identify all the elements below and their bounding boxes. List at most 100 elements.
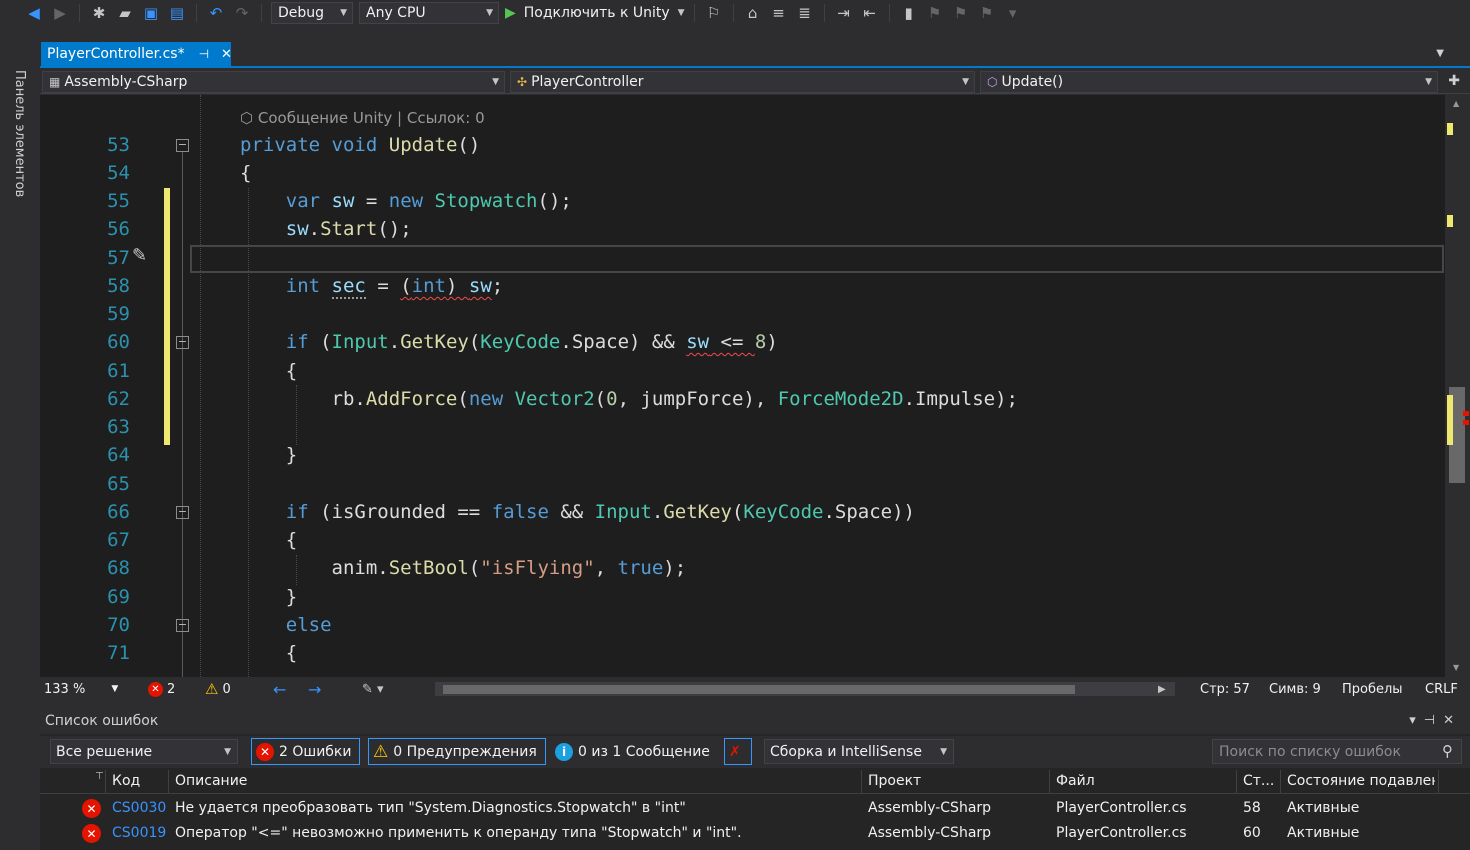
line-number: 63 (107, 416, 130, 438)
column-separator (1280, 770, 1281, 794)
column-suppression-state[interactable]: Состояние подавлен (1287, 773, 1435, 789)
error-search-input[interactable]: Поиск по списку ошибок ⚲ (1212, 739, 1462, 764)
error-state: Активные (1287, 800, 1360, 816)
panel-controls[interactable]: ▾⊣✕ (1409, 713, 1462, 728)
scroll-up-icon[interactable]: ▲ (1453, 99, 1459, 108)
line-number: 71 (107, 642, 130, 664)
error-row[interactable]: ✕ CS0019 Оператор "<=" невозможно примен… (40, 821, 1470, 846)
info-icon: i (555, 742, 573, 761)
tab-list-icon[interactable]: ▼ (1436, 48, 1444, 59)
change-map-marker (1447, 215, 1453, 227)
column-line[interactable]: Ст... (1243, 773, 1274, 789)
next-issue-icon[interactable]: → (308, 680, 321, 699)
bookmark-icon[interactable]: ▮ (899, 3, 919, 23)
open-folder-icon[interactable]: ▰ (115, 3, 135, 23)
scope-select[interactable]: Все решение ▼ (50, 739, 238, 764)
code-text: { (240, 360, 298, 382)
errors-filter-button[interactable]: ✕ 2 Ошибки (251, 738, 361, 765)
platform-select[interactable]: Any CPU ▼ (359, 2, 499, 24)
line-ending-indicator[interactable]: CRLF (1425, 682, 1458, 697)
line-number: 65 (107, 473, 130, 495)
error-code-link[interactable]: CS0019 (112, 825, 166, 841)
warning-count[interactable]: ⚠ 0 (205, 680, 231, 698)
member-value: Update() (1001, 74, 1064, 90)
code-line: 65 (40, 470, 1445, 498)
error-count[interactable]: ✕ 2 (148, 681, 176, 697)
error-row[interactable]: ✕ CS0030 Не удается преобразовать тип "S… (40, 796, 1470, 821)
member-select[interactable]: ⬡ Update() ▼ (980, 71, 1438, 93)
line-number: 58 (107, 275, 130, 297)
back-icon[interactable]: ◀ (24, 3, 44, 23)
toolbox-label[interactable]: Панель элементов (12, 70, 27, 197)
outdent-icon[interactable]: ⇤ (860, 3, 880, 23)
redo-icon[interactable]: ↷ (232, 3, 252, 23)
line-number: 67 (107, 529, 130, 551)
code-editor[interactable]: − − − − ⬡ Сообщение Unity | Ссылок: 0 ✎ … (40, 95, 1445, 677)
line-number: 66 (107, 501, 130, 523)
toolbar-overflow-icon[interactable]: ▾ (1003, 3, 1023, 23)
horizontal-scrollbar[interactable] (435, 682, 1175, 696)
save-all-icon[interactable]: ▤ (167, 3, 187, 23)
column-project[interactable]: Проект (868, 773, 921, 789)
split-editor-icon[interactable]: ✚ (1448, 73, 1460, 89)
filter-icon[interactable]: ⊤ (95, 771, 104, 782)
comment-icon[interactable]: ≡ (769, 3, 789, 23)
scrollbar-thumb[interactable] (443, 685, 1075, 694)
code-line: 58 int sec = (int) sw; (40, 272, 1445, 300)
scroll-down-icon[interactable]: ▼ (1453, 663, 1459, 672)
error-project: Assembly-CSharp (868, 825, 992, 841)
class-select[interactable]: ✣ PlayerController ▼ (510, 71, 975, 93)
codelens[interactable]: ⬡ Сообщение Unity | Ссылок: 0 (240, 109, 485, 127)
messages-filter-button[interactable]: i 0 из 1 Сообщение (550, 738, 719, 765)
error-count-value: 2 (167, 681, 176, 697)
scroll-right-icon[interactable]: ▶ (1158, 684, 1166, 695)
column-description[interactable]: Описание (175, 773, 247, 789)
error-icon: ✕ (82, 824, 101, 843)
uncomment-icon[interactable]: ≣ (795, 3, 815, 23)
chevron-down-icon: ▼ (224, 747, 231, 757)
line-indicator[interactable]: Стр: 57 (1200, 682, 1250, 697)
browser-link-icon[interactable]: ⌂ (743, 3, 763, 23)
forward-icon[interactable]: ▶ (50, 3, 70, 23)
save-icon[interactable]: ▣ (141, 3, 161, 23)
clear-filter-button[interactable]: ✗ (724, 738, 752, 765)
pin-icon[interactable]: ⊣ (199, 47, 209, 61)
cleanup-icon[interactable]: ✎ ▾ (362, 682, 384, 697)
error-list-title: Список ошибок (45, 713, 159, 729)
error-map-marker (1463, 411, 1469, 416)
tab-playercontroller[interactable]: PlayerController.cs* ⊣ ✕ (41, 42, 232, 66)
undo-icon[interactable]: ↶ (206, 3, 226, 23)
column-file[interactable]: Файл (1056, 773, 1095, 789)
column-separator (168, 770, 169, 794)
prev-issue-icon[interactable]: ← (273, 680, 286, 699)
code-line: 61 { (40, 357, 1445, 385)
prev-bookmark-icon[interactable]: ⚑ (925, 3, 945, 23)
configuration-select[interactable]: Debug ▼ (271, 2, 353, 24)
build-filter-select[interactable]: Сборка и IntelliSense ▼ (764, 739, 954, 764)
code-line: 70 else (40, 611, 1445, 639)
clear-bookmarks-icon[interactable]: ⚑ (977, 3, 997, 23)
attach-unity-button[interactable]: ▶ Подключить к Unity ▼ (505, 5, 685, 21)
column-indicator[interactable]: Симв: 9 (1269, 682, 1321, 697)
tab-title: PlayerController.cs* (47, 46, 185, 62)
close-icon[interactable]: ✕ (221, 47, 232, 62)
vertical-scrollbar[interactable]: ▲ ▼ (1445, 95, 1470, 677)
unity-explorer-icon[interactable]: ⚐ (704, 3, 724, 23)
project-select[interactable]: ▦ Assembly-CSharp ▼ (42, 71, 505, 93)
column-code[interactable]: Код (112, 773, 140, 789)
warnings-filter-button[interactable]: ⚠ 0 Предупреждения (368, 738, 546, 765)
whitespace-indicator[interactable]: Пробелы (1342, 682, 1403, 697)
new-item-icon[interactable]: ✱ (89, 3, 109, 23)
line-number: 62 (107, 388, 130, 410)
main-toolbar: ◀ ▶ ✱ ▰ ▣ ▤ ↶ ↷ Debug ▼ Any CPU ▼ ▶ Подк… (0, 0, 1470, 26)
toolbar-separator (888, 4, 890, 22)
next-bookmark-icon[interactable]: ⚑ (951, 3, 971, 23)
search-icon[interactable]: ⚲ (1442, 742, 1453, 760)
chevron-down-icon: ▼ (111, 684, 119, 694)
change-map-marker (1447, 395, 1453, 445)
error-code-link[interactable]: CS0030 (112, 800, 166, 816)
zoom-select[interactable]: 133 % ▼ (44, 682, 118, 697)
chevron-down-icon: ▼ (486, 8, 493, 18)
indent-icon[interactable]: ⇥ (834, 3, 854, 23)
code-text: else (285, 614, 332, 636)
